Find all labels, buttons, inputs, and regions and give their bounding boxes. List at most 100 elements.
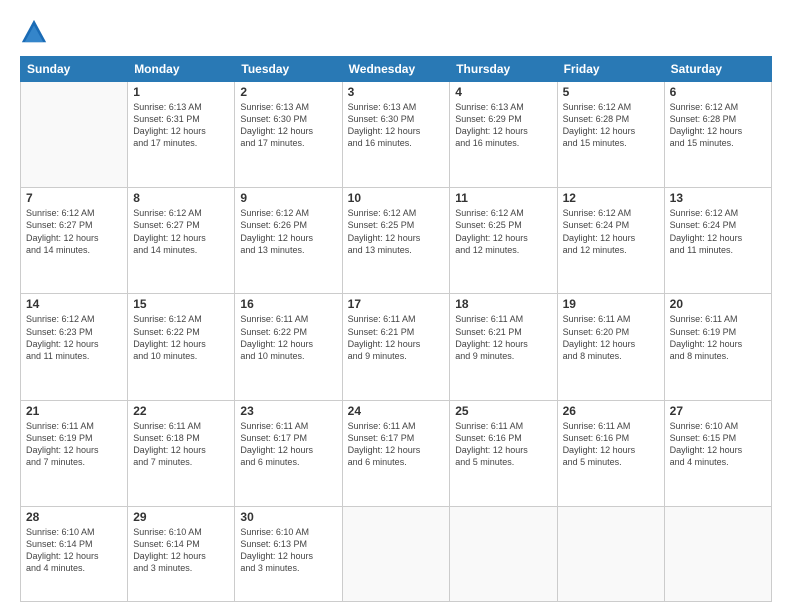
day-number: 7 [26,191,122,205]
calendar-cell: 25Sunrise: 6:11 AMSunset: 6:16 PMDayligh… [450,400,557,506]
day-info: Sunrise: 6:13 AMSunset: 6:30 PMDaylight:… [348,101,445,150]
day-info: Sunrise: 6:11 AMSunset: 6:21 PMDaylight:… [348,313,445,362]
day-info: Sunrise: 6:11 AMSunset: 6:18 PMDaylight:… [133,420,229,469]
calendar-cell [557,506,664,601]
calendar-cell [664,506,771,601]
day-number: 29 [133,510,229,524]
day-number: 16 [240,297,336,311]
calendar-cell: 5Sunrise: 6:12 AMSunset: 6:28 PMDaylight… [557,82,664,188]
week-row-4: 21Sunrise: 6:11 AMSunset: 6:19 PMDayligh… [21,400,772,506]
calendar-cell: 14 Sunrise: 6:12 AMSunset: 6:23 PMDayligh… [21,294,128,400]
day-info: Sunrise: 6:11 AMSunset: 6:17 PMDaylight:… [240,420,336,469]
calendar-cell: 20Sunrise: 6:11 AMSunset: 6:19 PMDayligh… [664,294,771,400]
day-info: Sunrise: 6:11 AMSunset: 6:17 PMDaylight:… [348,420,445,469]
day-info: Sunrise: 6:13 AMSunset: 6:30 PMDaylight:… [240,101,336,150]
calendar-cell: 7 Sunrise: 6:12 AMSunset: 6:27 PMDaylight… [21,188,128,294]
day-info: Sunrise: 6:12 AMSunset: 6:27 PMDaylight:… [26,207,122,256]
day-info: Sunrise: 6:11 AMSunset: 6:16 PMDaylight:… [563,420,659,469]
calendar-cell: 17 Sunrise: 6:11 AMSunset: 6:21 PMDayligh… [342,294,450,400]
calendar-cell [21,82,128,188]
day-info: Sunrise: 6:12 AMSunset: 6:24 PMDaylight:… [670,207,766,256]
calendar-table: SundayMondayTuesdayWednesdayThursdayFrid… [20,56,772,602]
calendar-cell: 26 Sunrise: 6:11 AMSunset: 6:16 PMDayligh… [557,400,664,506]
day-info: Sunrise: 6:11 AMSunset: 6:22 PMDaylight:… [240,313,336,362]
calendar-cell: 3 Sunrise: 6:13 AMSunset: 6:30 PMDaylight… [342,82,450,188]
page: SundayMondayTuesdayWednesdayThursdayFrid… [0,0,792,612]
calendar-cell: 9 Sunrise: 6:12 AMSunset: 6:26 PMDaylight… [235,188,342,294]
weekday-sunday: Sunday [21,57,128,82]
calendar-cell: 30 Sunrise: 6:10 AMSunset: 6:13 PMDayligh… [235,506,342,601]
day-number: 14 [26,297,122,311]
calendar-cell: 28 Sunrise: 6:10 AMSunset: 6:14 PMDayligh… [21,506,128,601]
day-number: 12 [563,191,659,205]
calendar-cell: 15 Sunrise: 6:12 AMSunset: 6:22 PMDayligh… [128,294,235,400]
calendar-cell: 24 Sunrise: 6:11 AMSunset: 6:17 PMDayligh… [342,400,450,506]
day-info: Sunrise: 6:11 AMSunset: 6:21 PMDaylight:… [455,313,551,362]
weekday-saturday: Saturday [664,57,771,82]
calendar-cell: 2 Sunrise: 6:13 AMSunset: 6:30 PMDaylight… [235,82,342,188]
day-number: 17 [348,297,445,311]
week-row-2: 7 Sunrise: 6:12 AMSunset: 6:27 PMDaylight… [21,188,772,294]
calendar-cell: 11 Sunrise: 6:12 AMSunset: 6:25 PMDayligh… [450,188,557,294]
calendar-cell: 6Sunrise: 6:12 AMSunset: 6:28 PMDaylight… [664,82,771,188]
day-number: 2 [240,85,336,99]
week-row-3: 14 Sunrise: 6:12 AMSunset: 6:23 PMDayligh… [21,294,772,400]
calendar-cell: 10Sunrise: 6:12 AMSunset: 6:25 PMDayligh… [342,188,450,294]
week-row-5: 28 Sunrise: 6:10 AMSunset: 6:14 PMDayligh… [21,506,772,601]
day-info: Sunrise: 6:12 AMSunset: 6:25 PMDaylight:… [455,207,551,256]
day-number: 27 [670,404,766,418]
day-info: Sunrise: 6:12 AMSunset: 6:23 PMDaylight:… [26,313,122,362]
calendar-cell: 8 Sunrise: 6:12 AMSunset: 6:27 PMDaylight… [128,188,235,294]
day-info: Sunrise: 6:12 AMSunset: 6:28 PMDaylight:… [563,101,659,150]
week-row-1: 1 Sunrise: 6:13 AMSunset: 6:31 PMDaylight… [21,82,772,188]
day-info: Sunrise: 6:11 AMSunset: 6:20 PMDaylight:… [563,313,659,362]
day-number: 19 [563,297,659,311]
weekday-thursday: Thursday [450,57,557,82]
day-number: 26 [563,404,659,418]
logo-icon [20,18,48,46]
day-info: Sunrise: 6:11 AMSunset: 6:19 PMDaylight:… [670,313,766,362]
day-number: 13 [670,191,766,205]
calendar-cell: 21Sunrise: 6:11 AMSunset: 6:19 PMDayligh… [21,400,128,506]
day-number: 24 [348,404,445,418]
calendar-cell: 29Sunrise: 6:10 AMSunset: 6:14 PMDayligh… [128,506,235,601]
day-info: Sunrise: 6:13 AMSunset: 6:29 PMDaylight:… [455,101,551,150]
day-info: Sunrise: 6:12 AMSunset: 6:28 PMDaylight:… [670,101,766,150]
weekday-monday: Monday [128,57,235,82]
weekday-tuesday: Tuesday [235,57,342,82]
calendar-cell: 27 Sunrise: 6:10 AMSunset: 6:15 PMDayligh… [664,400,771,506]
calendar-cell: 1 Sunrise: 6:13 AMSunset: 6:31 PMDaylight… [128,82,235,188]
day-info: Sunrise: 6:12 AMSunset: 6:26 PMDaylight:… [240,207,336,256]
day-number: 4 [455,85,551,99]
day-info: Sunrise: 6:12 AMSunset: 6:22 PMDaylight:… [133,313,229,362]
calendar-cell: 4 Sunrise: 6:13 AMSunset: 6:29 PMDaylight… [450,82,557,188]
day-number: 18 [455,297,551,311]
day-number: 3 [348,85,445,99]
day-info: Sunrise: 6:12 AMSunset: 6:27 PMDaylight:… [133,207,229,256]
day-number: 1 [133,85,229,99]
day-number: 30 [240,510,336,524]
calendar-cell [342,506,450,601]
day-number: 15 [133,297,229,311]
calendar-cell: 12Sunrise: 6:12 AMSunset: 6:24 PMDayligh… [557,188,664,294]
day-number: 8 [133,191,229,205]
day-info: Sunrise: 6:11 AMSunset: 6:16 PMDaylight:… [455,420,551,469]
day-number: 11 [455,191,551,205]
day-number: 28 [26,510,122,524]
calendar-cell [450,506,557,601]
day-info: Sunrise: 6:10 AMSunset: 6:15 PMDaylight:… [670,420,766,469]
day-info: Sunrise: 6:10 AMSunset: 6:14 PMDaylight:… [26,526,122,575]
calendar-cell: 16 Sunrise: 6:11 AMSunset: 6:22 PMDayligh… [235,294,342,400]
calendar-cell: 19 Sunrise: 6:11 AMSunset: 6:20 PMDayligh… [557,294,664,400]
day-info: Sunrise: 6:12 AMSunset: 6:25 PMDaylight:… [348,207,445,256]
calendar-cell: 22 Sunrise: 6:11 AMSunset: 6:18 PMDayligh… [128,400,235,506]
day-number: 9 [240,191,336,205]
day-info: Sunrise: 6:10 AMSunset: 6:13 PMDaylight:… [240,526,336,575]
day-number: 22 [133,404,229,418]
day-number: 23 [240,404,336,418]
weekday-header-row: SundayMondayTuesdayWednesdayThursdayFrid… [21,57,772,82]
day-number: 21 [26,404,122,418]
day-info: Sunrise: 6:13 AMSunset: 6:31 PMDaylight:… [133,101,229,150]
weekday-wednesday: Wednesday [342,57,450,82]
calendar-cell: 13 Sunrise: 6:12 AMSunset: 6:24 PMDayligh… [664,188,771,294]
